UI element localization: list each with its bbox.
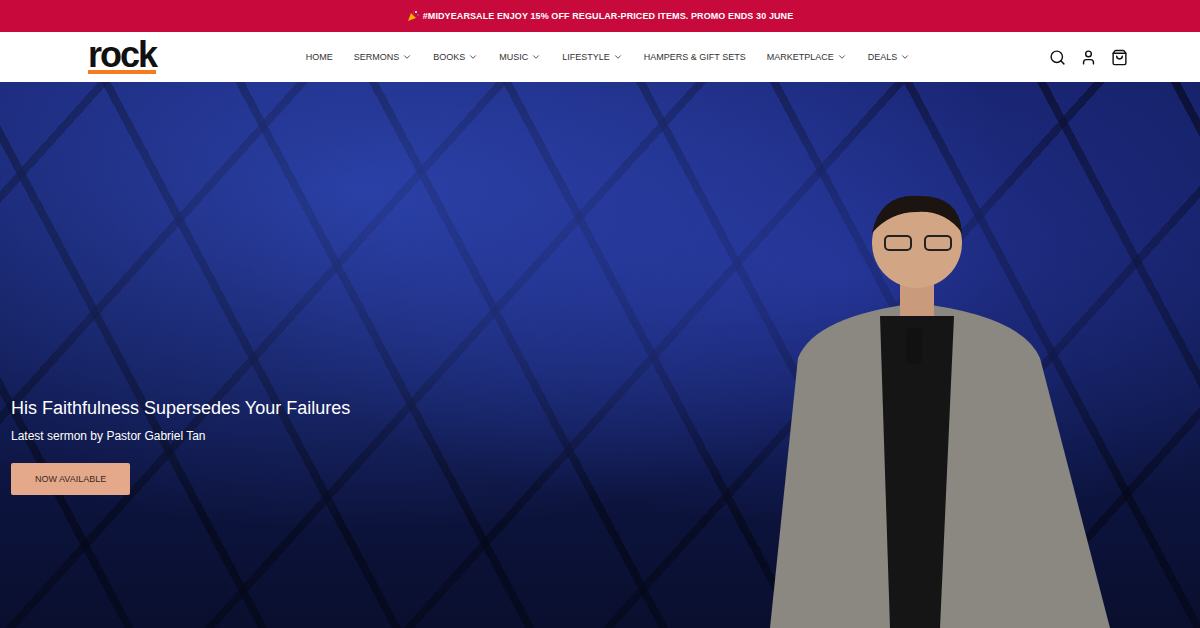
chevron-down-icon — [531, 52, 541, 62]
chevron-down-icon — [900, 52, 910, 62]
nav-item[interactable]: LIFESTYLE — [562, 52, 623, 62]
hero-subtitle: Latest sermon by Pastor Gabriel Tan — [11, 429, 206, 443]
nav-item[interactable]: HOME — [306, 52, 333, 62]
bag-icon[interactable] — [1111, 49, 1128, 66]
site-header: rock HOME SERMONS BOOKS MUSIC LIFESTYLE HAMPER… — [0, 32, 1200, 82]
chevron-down-icon — [613, 52, 623, 62]
account-icon[interactable] — [1080, 49, 1097, 66]
now-available-button[interactable]: NOW AVAILABLE — [11, 463, 130, 495]
nav-item[interactable]: MUSIC — [499, 52, 541, 62]
header-icons — [1049, 49, 1128, 66]
nav-item[interactable]: DEALS — [868, 52, 911, 62]
party-popper-icon — [407, 10, 419, 22]
page: #MIDYEARSALE ENJOY 15% OFF REGULAR-PRICE… — [0, 0, 1200, 628]
nav-item[interactable]: HAMPERS & GIFT SETS — [644, 52, 746, 62]
logo-underline — [88, 70, 156, 74]
search-icon[interactable] — [1049, 49, 1066, 66]
nav-item[interactable]: SERMONS — [354, 52, 413, 62]
speaker-photo — [740, 188, 1120, 628]
nav-item[interactable]: MARKETPLACE — [767, 52, 847, 62]
promo-text[interactable]: #MIDYEARSALE ENJOY 15% OFF REGULAR-PRICE… — [423, 11, 794, 21]
nav-item[interactable]: BOOKS — [433, 52, 478, 62]
chevron-down-icon — [402, 52, 412, 62]
hero-title: His Faithfulness Supersedes Your Failure… — [11, 398, 350, 419]
hero-banner: His Faithfulness Supersedes Your Failure… — [0, 82, 1200, 628]
promo-bar[interactable]: #MIDYEARSALE ENJOY 15% OFF REGULAR-PRICE… — [0, 0, 1200, 32]
chevron-down-icon — [468, 52, 478, 62]
logo-text[interactable]: rock — [88, 41, 156, 69]
chevron-down-icon — [837, 52, 847, 62]
logo[interactable]: rock — [88, 41, 156, 74]
hero-text: His Faithfulness Supersedes Your Failure… — [11, 398, 1200, 495]
main-nav: HOME SERMONS BOOKS MUSIC LIFESTYLE HAMPERS & … — [306, 52, 910, 62]
